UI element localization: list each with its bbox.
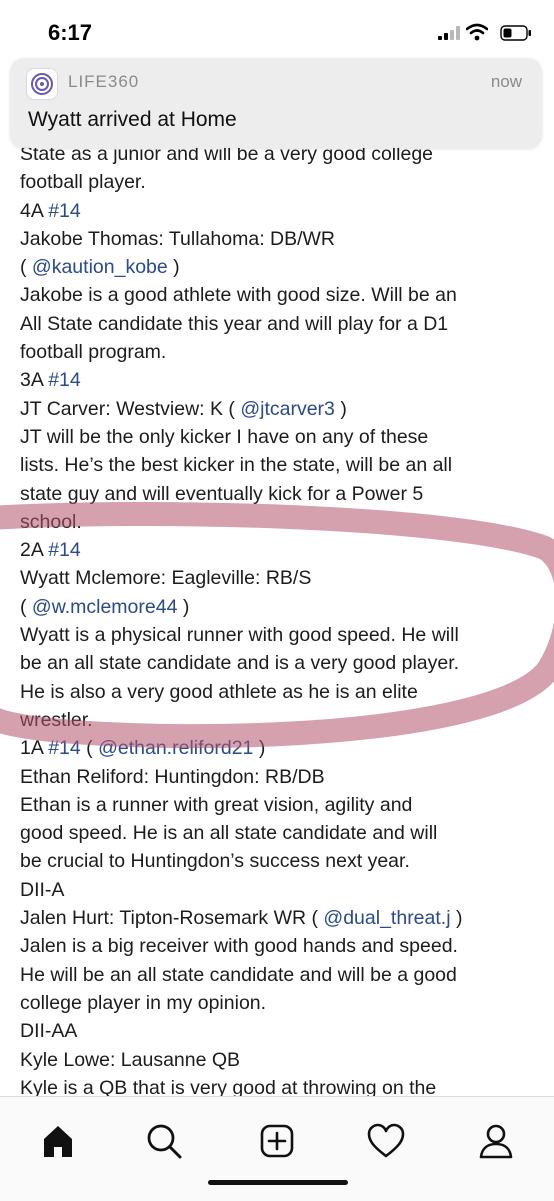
- home-icon[interactable]: [38, 1121, 78, 1161]
- text-segment: state guy and will eventually kick for a…: [20, 482, 424, 505]
- text-line: good speed. He is an all state candidate…: [20, 819, 540, 847]
- text-segment: school.: [20, 510, 82, 533]
- status-time: 6:17: [48, 20, 93, 45]
- text-line: state guy and will eventually kick for a…: [20, 480, 540, 508]
- text-segment: football program.: [20, 341, 167, 364]
- wifi-icon: [466, 23, 488, 41]
- battery-icon: [500, 25, 531, 41]
- cellular-signal-icon: [438, 26, 460, 40]
- home-indicator: [208, 1180, 348, 1185]
- text-line: ( @kaution_kobe ): [20, 253, 540, 281]
- text-segment: (: [20, 595, 32, 618]
- text-segment: football player.: [20, 171, 146, 194]
- text-line: Jalen Hurt: Tipton-Rosemark WR ( @dual_t…: [20, 904, 540, 932]
- text-line: 4A #14: [20, 197, 540, 225]
- text-segment: 3A: [20, 369, 49, 392]
- activity-heart-icon[interactable]: [366, 1121, 406, 1161]
- text-segment: All State candidate this year and will p…: [20, 312, 449, 335]
- text-segment: ): [334, 397, 347, 420]
- text-segment: DII-AA: [20, 1020, 78, 1043]
- text-line: 1A #14 ( @ethan.reliford21 ): [20, 734, 540, 762]
- text-line: Jalen is a big receiver with good hands …: [20, 932, 540, 960]
- text-segment: Jalen Hurt: Tipton-Rosemark WR (: [20, 907, 324, 930]
- text-line: school.: [20, 508, 540, 536]
- user-mention-link[interactable]: @w.mclemore44: [32, 596, 178, 618]
- text-segment: DII-A: [20, 878, 65, 901]
- text-segment: wrestler.: [20, 708, 93, 731]
- text-segment: ): [177, 595, 190, 618]
- text-segment: ): [253, 737, 266, 760]
- text-segment: Jakobe is a good athlete with good size.…: [20, 284, 457, 307]
- life360-notification[interactable]: LIFE360 now Wyatt arrived at Home: [10, 58, 542, 148]
- user-mention-link[interactable]: @kaution_kobe: [32, 256, 168, 278]
- text-line: lists. He’s the best kicker in the state…: [20, 451, 540, 479]
- notification-time: now: [490, 72, 522, 91]
- text-line: He will be an all state candidate and wi…: [20, 961, 540, 989]
- text-line: college player in my opinion.: [20, 989, 540, 1017]
- notification-message: Wyatt arrived at Home: [28, 108, 237, 131]
- status-bar: 6:17: [0, 0, 554, 60]
- notification-app-name: LIFE360: [68, 72, 140, 91]
- text-line: Ethan Reliford: Huntingdon: RB/DB: [20, 763, 540, 791]
- text-line: Jakobe Thomas: Tullahoma: DB/WR: [20, 225, 540, 253]
- text-segment: JT Carver: Westview: K (: [20, 397, 241, 420]
- text-line: Wyatt is a physical runner with good spe…: [20, 621, 540, 649]
- text-segment: Wyatt is a physical runner with good spe…: [20, 624, 459, 647]
- post-text-content: State as a junior and will be a very goo…: [20, 140, 540, 1130]
- text-segment: 2A: [20, 539, 49, 562]
- text-line: football program.: [20, 338, 540, 366]
- profile-icon[interactable]: [476, 1121, 516, 1161]
- text-segment: He will be an all state candidate and wi…: [20, 963, 457, 986]
- text-line: Ethan is a runner with great vision, agi…: [20, 791, 540, 819]
- text-segment: Jakobe Thomas: Tullahoma: DB/WR: [20, 227, 336, 250]
- text-segment: 4A: [20, 199, 49, 222]
- user-mention-link[interactable]: @jtcarver3: [240, 398, 335, 420]
- text-segment: Ethan is a runner with great vision, agi…: [20, 793, 413, 816]
- text-line: 3A #14: [20, 366, 540, 394]
- text-line: All State candidate this year and will p…: [20, 310, 540, 338]
- text-line: DII-AA: [20, 1017, 540, 1045]
- text-segment: JT will be the only kicker I have on any…: [20, 425, 429, 448]
- text-line: football player.: [20, 168, 540, 196]
- text-segment: (: [80, 737, 99, 760]
- text-segment: Jalen is a big receiver with good hands …: [20, 935, 458, 958]
- bottom-tab-bar: [0, 1096, 554, 1201]
- text-line: JT will be the only kicker I have on any…: [20, 423, 540, 451]
- text-segment: be crucial to Huntingdon’s success next …: [20, 850, 410, 873]
- text-line: be an all state candidate and is a very …: [20, 649, 540, 677]
- text-line: Jakobe is a good athlete with good size.…: [20, 281, 540, 309]
- text-segment: 1A: [20, 737, 49, 760]
- text-segment: Ethan Reliford: Huntingdon: RB/DB: [20, 765, 325, 788]
- text-line: DII-A: [20, 876, 540, 904]
- text-segment: good speed. He is an all state candidate…: [20, 822, 438, 845]
- hashtag-link[interactable]: #14: [48, 200, 81, 222]
- text-segment: lists. He’s the best kicker in the state…: [20, 454, 453, 477]
- text-line: ( @w.mclemore44 ): [20, 593, 540, 621]
- user-mention-link[interactable]: @ethan.reliford21: [98, 737, 253, 759]
- search-icon[interactable]: [144, 1121, 184, 1161]
- hashtag-link[interactable]: #14: [48, 539, 81, 561]
- text-line: He is also a very good athlete as he is …: [20, 678, 540, 706]
- text-segment: be an all state candidate and is a very …: [20, 652, 460, 675]
- text-line: JT Carver: Westview: K ( @jtcarver3 ): [20, 395, 540, 423]
- text-line: Kyle Lowe: Lausanne QB: [20, 1046, 540, 1074]
- user-mention-link[interactable]: @dual_threat.j: [323, 907, 450, 929]
- text-segment: He is also a very good athlete as he is …: [20, 680, 418, 703]
- text-line: Wyatt Mclemore: Eagleville: RB/S: [20, 564, 540, 592]
- text-segment: Kyle Lowe: Lausanne QB: [20, 1048, 241, 1071]
- text-segment: college player in my opinion.: [20, 991, 267, 1014]
- text-line: wrestler.: [20, 706, 540, 734]
- life360-app-icon: [26, 68, 58, 100]
- hashtag-link[interactable]: #14: [48, 737, 81, 759]
- hashtag-link[interactable]: #14: [48, 369, 81, 391]
- new-post-icon[interactable]: [257, 1121, 297, 1161]
- text-line: be crucial to Huntingdon’s success next …: [20, 847, 540, 875]
- text-segment: ): [167, 256, 180, 279]
- text-segment: (: [20, 256, 32, 279]
- text-line: 2A #14: [20, 536, 540, 564]
- text-segment: ): [450, 907, 463, 930]
- text-segment: Wyatt Mclemore: Eagleville: RB/S: [20, 567, 312, 590]
